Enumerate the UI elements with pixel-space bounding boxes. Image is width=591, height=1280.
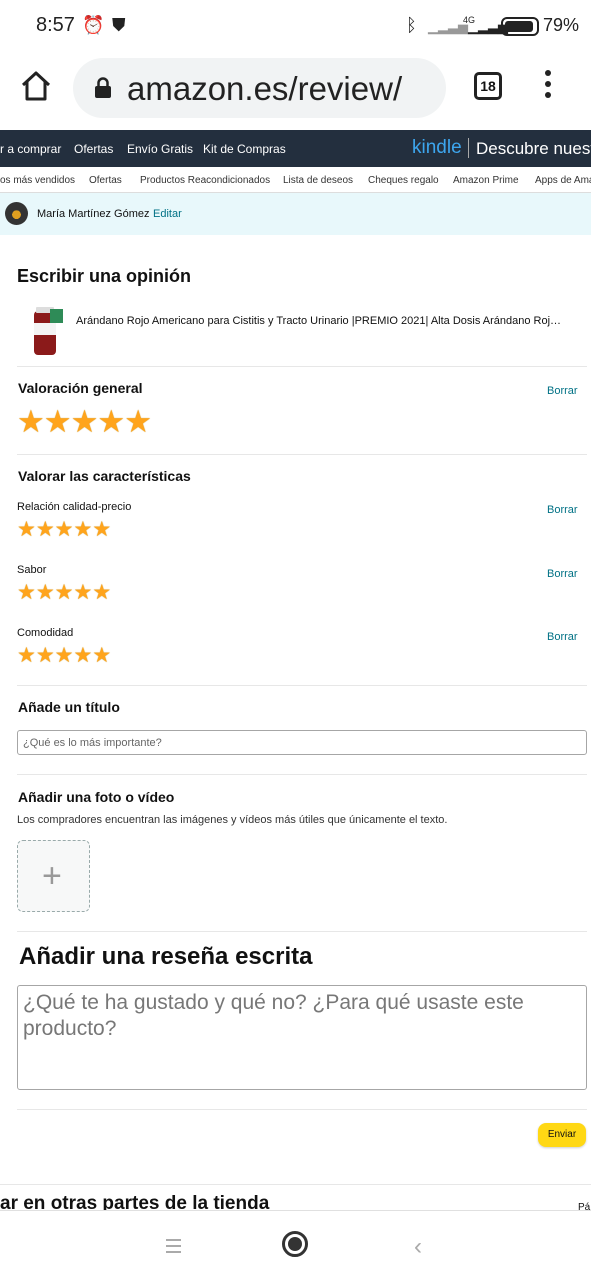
divider bbox=[17, 366, 587, 367]
star-icon[interactable]: ★ bbox=[17, 582, 36, 603]
clock: 8:57 bbox=[36, 14, 75, 36]
avatar[interactable] bbox=[5, 202, 28, 225]
shield-icon: ⛊ bbox=[112, 15, 126, 35]
user-name: María Martínez Gómez bbox=[37, 208, 150, 220]
star-icon[interactable]: ★ bbox=[92, 582, 111, 603]
star-icon[interactable]: ★ bbox=[92, 645, 111, 666]
divider bbox=[0, 1184, 591, 1185]
clear-overall-button[interactable]: Borrar bbox=[547, 385, 578, 397]
back-icon[interactable]: ‹ bbox=[414, 1233, 422, 1261]
divider bbox=[17, 774, 587, 775]
address-bar[interactable]: amazon.es/review/ bbox=[73, 58, 446, 118]
photo-section-description: Los compradores encuentran las imágenes … bbox=[17, 814, 448, 826]
tab-switcher-button[interactable]: 18 bbox=[474, 72, 502, 100]
star-icon[interactable]: ★ bbox=[73, 519, 92, 540]
photo-section-label: Añadir una foto o vídeo bbox=[18, 789, 175, 805]
star-icon[interactable]: ★ bbox=[92, 519, 111, 540]
lock-icon bbox=[95, 77, 111, 98]
nav-link[interactable]: Productos Reacondicionados bbox=[140, 175, 270, 186]
nav-link[interactable]: Ofertas bbox=[74, 142, 113, 156]
product-image bbox=[34, 307, 63, 355]
product-title[interactable]: Arándano Rojo Americano para Cistitis y … bbox=[76, 315, 581, 327]
feature-label-flavor: Sabor bbox=[17, 564, 47, 576]
kindle-logo[interactable]: kindle bbox=[412, 137, 462, 159]
nav-link[interactable]: os más vendidos bbox=[0, 175, 75, 186]
user-bar: María Martínez Gómez Editar bbox=[0, 193, 591, 235]
star-icon[interactable]: ★ bbox=[36, 645, 55, 666]
system-nav-bar: ‹ bbox=[0, 1210, 591, 1280]
star-icon[interactable]: ★ bbox=[17, 645, 36, 666]
divider bbox=[17, 931, 587, 932]
features-title: Valorar las características bbox=[18, 468, 191, 484]
star-icon[interactable]: ★ bbox=[73, 645, 92, 666]
title-section-label: Añade un título bbox=[18, 699, 120, 715]
feature-label-comfort: Comodidad bbox=[17, 627, 74, 639]
nav-link[interactable]: Amazon Prime bbox=[453, 175, 519, 186]
star-icon[interactable]: ★ bbox=[44, 406, 72, 437]
review-text-area[interactable]: ¿Qué te ha gustado y qué no? ¿Para qué u… bbox=[17, 985, 587, 1090]
status-bar: 8:57 ⏰ ⛊ ᛒ ▁▂▃▅ 4G ▁▂▃▅ 79% bbox=[0, 0, 591, 52]
flavor-star-rating[interactable]: ★ ★ ★ ★ ★ bbox=[17, 582, 111, 603]
clear-flavor-button[interactable]: Borrar bbox=[547, 568, 578, 580]
written-review-label: Añadir una reseña escrita bbox=[19, 943, 313, 970]
feature-label-value: Relación calidad-precio bbox=[17, 501, 132, 513]
bluetooth-icon: ᛒ bbox=[406, 15, 417, 35]
url-text[interactable]: amazon.es/review/ bbox=[127, 70, 402, 108]
overall-rating-label: Valoración general bbox=[18, 380, 143, 396]
star-icon[interactable]: ★ bbox=[55, 645, 74, 666]
nav-link[interactable]: Lista de deseos bbox=[283, 175, 353, 186]
nav-link[interactable]: r a comprar bbox=[0, 142, 61, 156]
overall-star-rating[interactable]: ★ ★ ★ ★ ★ bbox=[17, 406, 152, 437]
browser-toolbar: amazon.es/review/ 18 bbox=[0, 52, 591, 128]
star-icon[interactable]: ★ bbox=[55, 582, 74, 603]
battery-icon bbox=[501, 17, 539, 36]
signal-icon: ▁▂▃▅ bbox=[428, 19, 468, 34]
home-system-icon[interactable] bbox=[282, 1231, 308, 1257]
star-icon[interactable]: ★ bbox=[71, 406, 99, 437]
divider bbox=[17, 685, 587, 686]
star-icon[interactable]: ★ bbox=[55, 519, 74, 540]
nav-divider bbox=[468, 138, 469, 158]
add-photo-button[interactable]: + bbox=[17, 840, 90, 912]
kindle-promo-link[interactable]: Descubre nuest bbox=[476, 139, 591, 159]
divider bbox=[17, 1109, 587, 1110]
clear-comfort-button[interactable]: Borrar bbox=[547, 631, 578, 643]
plus-icon: + bbox=[42, 857, 62, 895]
home-icon[interactable] bbox=[18, 68, 54, 104]
page-title: Escribir una opinión bbox=[17, 266, 192, 286]
battery-level: 79% bbox=[543, 15, 580, 35]
submit-button[interactable]: Enviar bbox=[538, 1123, 586, 1147]
star-icon[interactable]: ★ bbox=[97, 406, 125, 437]
more-menu-icon[interactable] bbox=[540, 70, 556, 104]
star-icon[interactable]: ★ bbox=[124, 406, 152, 437]
nav-link[interactable]: Envío Gratis bbox=[127, 142, 193, 156]
divider bbox=[17, 454, 587, 455]
star-icon[interactable]: ★ bbox=[73, 582, 92, 603]
value-star-rating[interactable]: ★ ★ ★ ★ ★ bbox=[17, 519, 111, 540]
star-icon[interactable]: ★ bbox=[17, 519, 36, 540]
nav-link[interactable]: Apps de Ama bbox=[535, 175, 591, 186]
amazon-secondary-nav: os más vendidos Ofertas Productos Reacon… bbox=[0, 167, 591, 193]
nav-link[interactable]: Kit de Compras bbox=[203, 142, 286, 156]
nav-link[interactable]: Ofertas bbox=[89, 175, 122, 186]
recents-icon[interactable] bbox=[166, 1239, 181, 1257]
alarm-icon: ⏰ bbox=[82, 15, 105, 35]
nav-link[interactable]: Cheques regalo bbox=[368, 175, 439, 186]
star-icon[interactable]: ★ bbox=[36, 519, 55, 540]
comfort-star-rating[interactable]: ★ ★ ★ ★ ★ bbox=[17, 645, 111, 666]
review-title-input[interactable]: ¿Qué es lo más importante? bbox=[17, 730, 587, 755]
amazon-primary-nav: r a comprar Ofertas Envío Gratis Kit de … bbox=[0, 130, 591, 167]
clear-value-button[interactable]: Borrar bbox=[547, 504, 578, 516]
edit-profile-link[interactable]: Editar bbox=[153, 208, 182, 220]
star-icon[interactable]: ★ bbox=[17, 406, 45, 437]
star-icon[interactable]: ★ bbox=[36, 582, 55, 603]
